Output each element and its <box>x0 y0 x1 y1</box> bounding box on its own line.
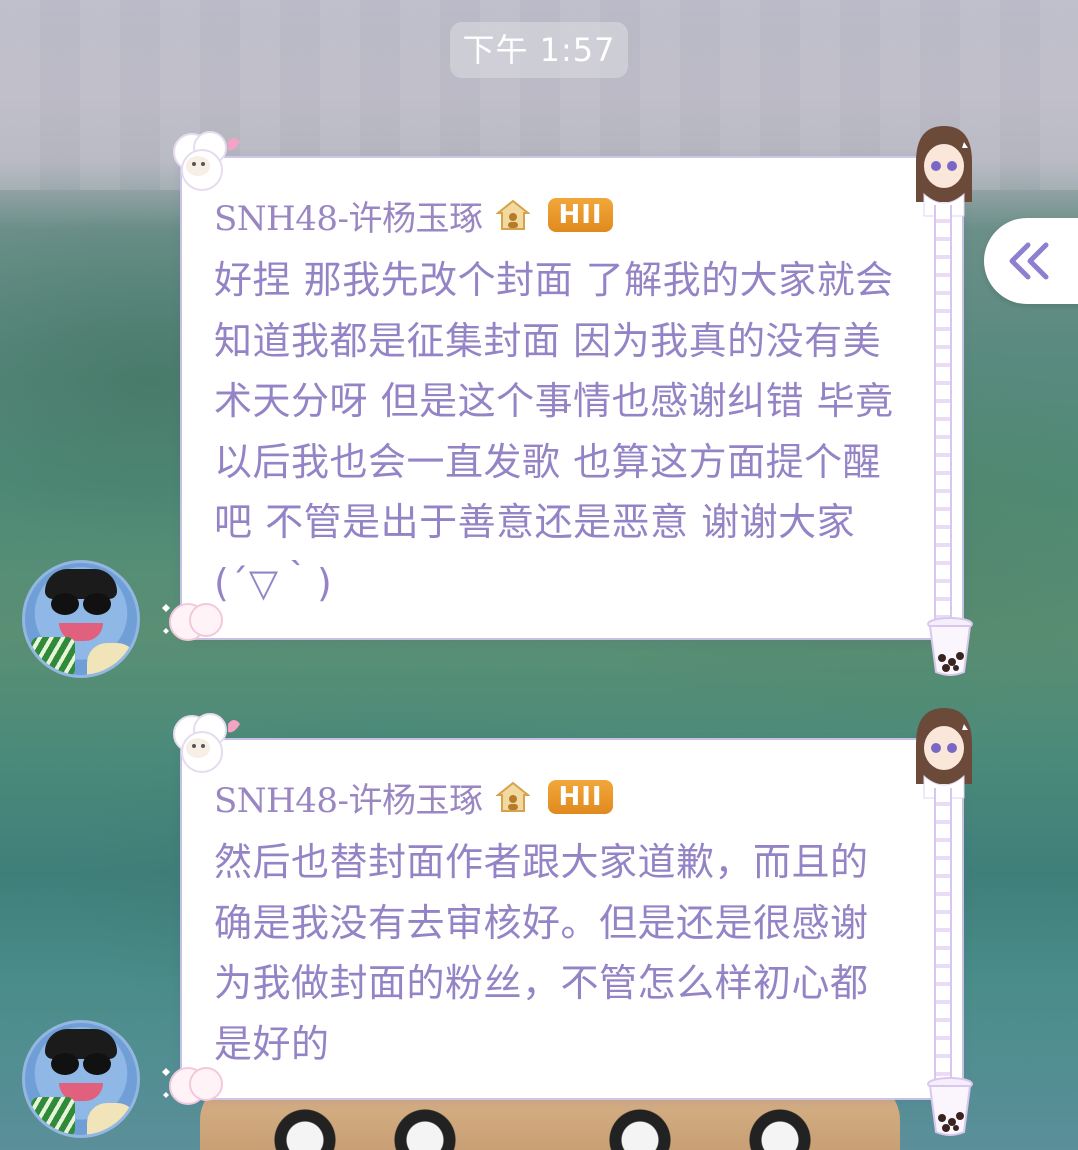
side-panel-toggle-button[interactable] <box>984 218 1078 304</box>
heart-cloud-decoration-icon <box>162 603 223 641</box>
sender-avatar[interactable] <box>22 560 140 678</box>
sheep-decoration-icon <box>173 713 240 773</box>
sender-avatar[interactable] <box>22 1020 140 1138</box>
sender-row: SNH48-许杨玉琢 HII <box>214 194 613 239</box>
message-text: 然后也替封面作者跟大家道歉，而且的确是我没有去审核好。但是还是很感谢为我做封面的… <box>214 840 869 1066</box>
member-badge: HII <box>548 198 613 232</box>
house-icon <box>496 781 531 812</box>
sender-row: SNH48-许杨玉琢 HII <box>214 776 613 821</box>
sender-name[interactable]: SNH48-许杨玉琢 <box>214 191 483 240</box>
sender-name[interactable]: SNH48-许杨玉琢 <box>214 773 483 822</box>
message-timestamp: 下午 1:57 <box>450 22 628 78</box>
girl-doll-decoration-icon <box>916 708 972 799</box>
house-icon <box>496 199 531 230</box>
message-bubble[interactable]: SNH48-许杨玉琢 HII 好捏 那我先改个封面 了解我的大家就会知道我都是征… <box>182 158 962 638</box>
message-bubble[interactable]: SNH48-许杨玉琢 HII 然后也替封面作者跟大家道歉，而且的确是我没有去审核… <box>182 740 962 1098</box>
heart-cloud-decoration-icon <box>162 1067 223 1105</box>
double-chevron-left-icon <box>1009 242 1049 280</box>
sheep-decoration-icon <box>173 131 240 191</box>
straw-decoration <box>934 205 952 625</box>
message-text: 好捏 那我先改个封面 了解我的大家就会知道我都是征集封面 因为我真的没有美术天分… <box>214 258 894 605</box>
boba-cup-icon <box>927 1077 973 1136</box>
boba-cup-icon <box>927 617 973 676</box>
straw-decoration <box>934 788 952 1088</box>
girl-doll-decoration-icon <box>916 126 972 217</box>
member-badge: HII <box>548 780 613 814</box>
